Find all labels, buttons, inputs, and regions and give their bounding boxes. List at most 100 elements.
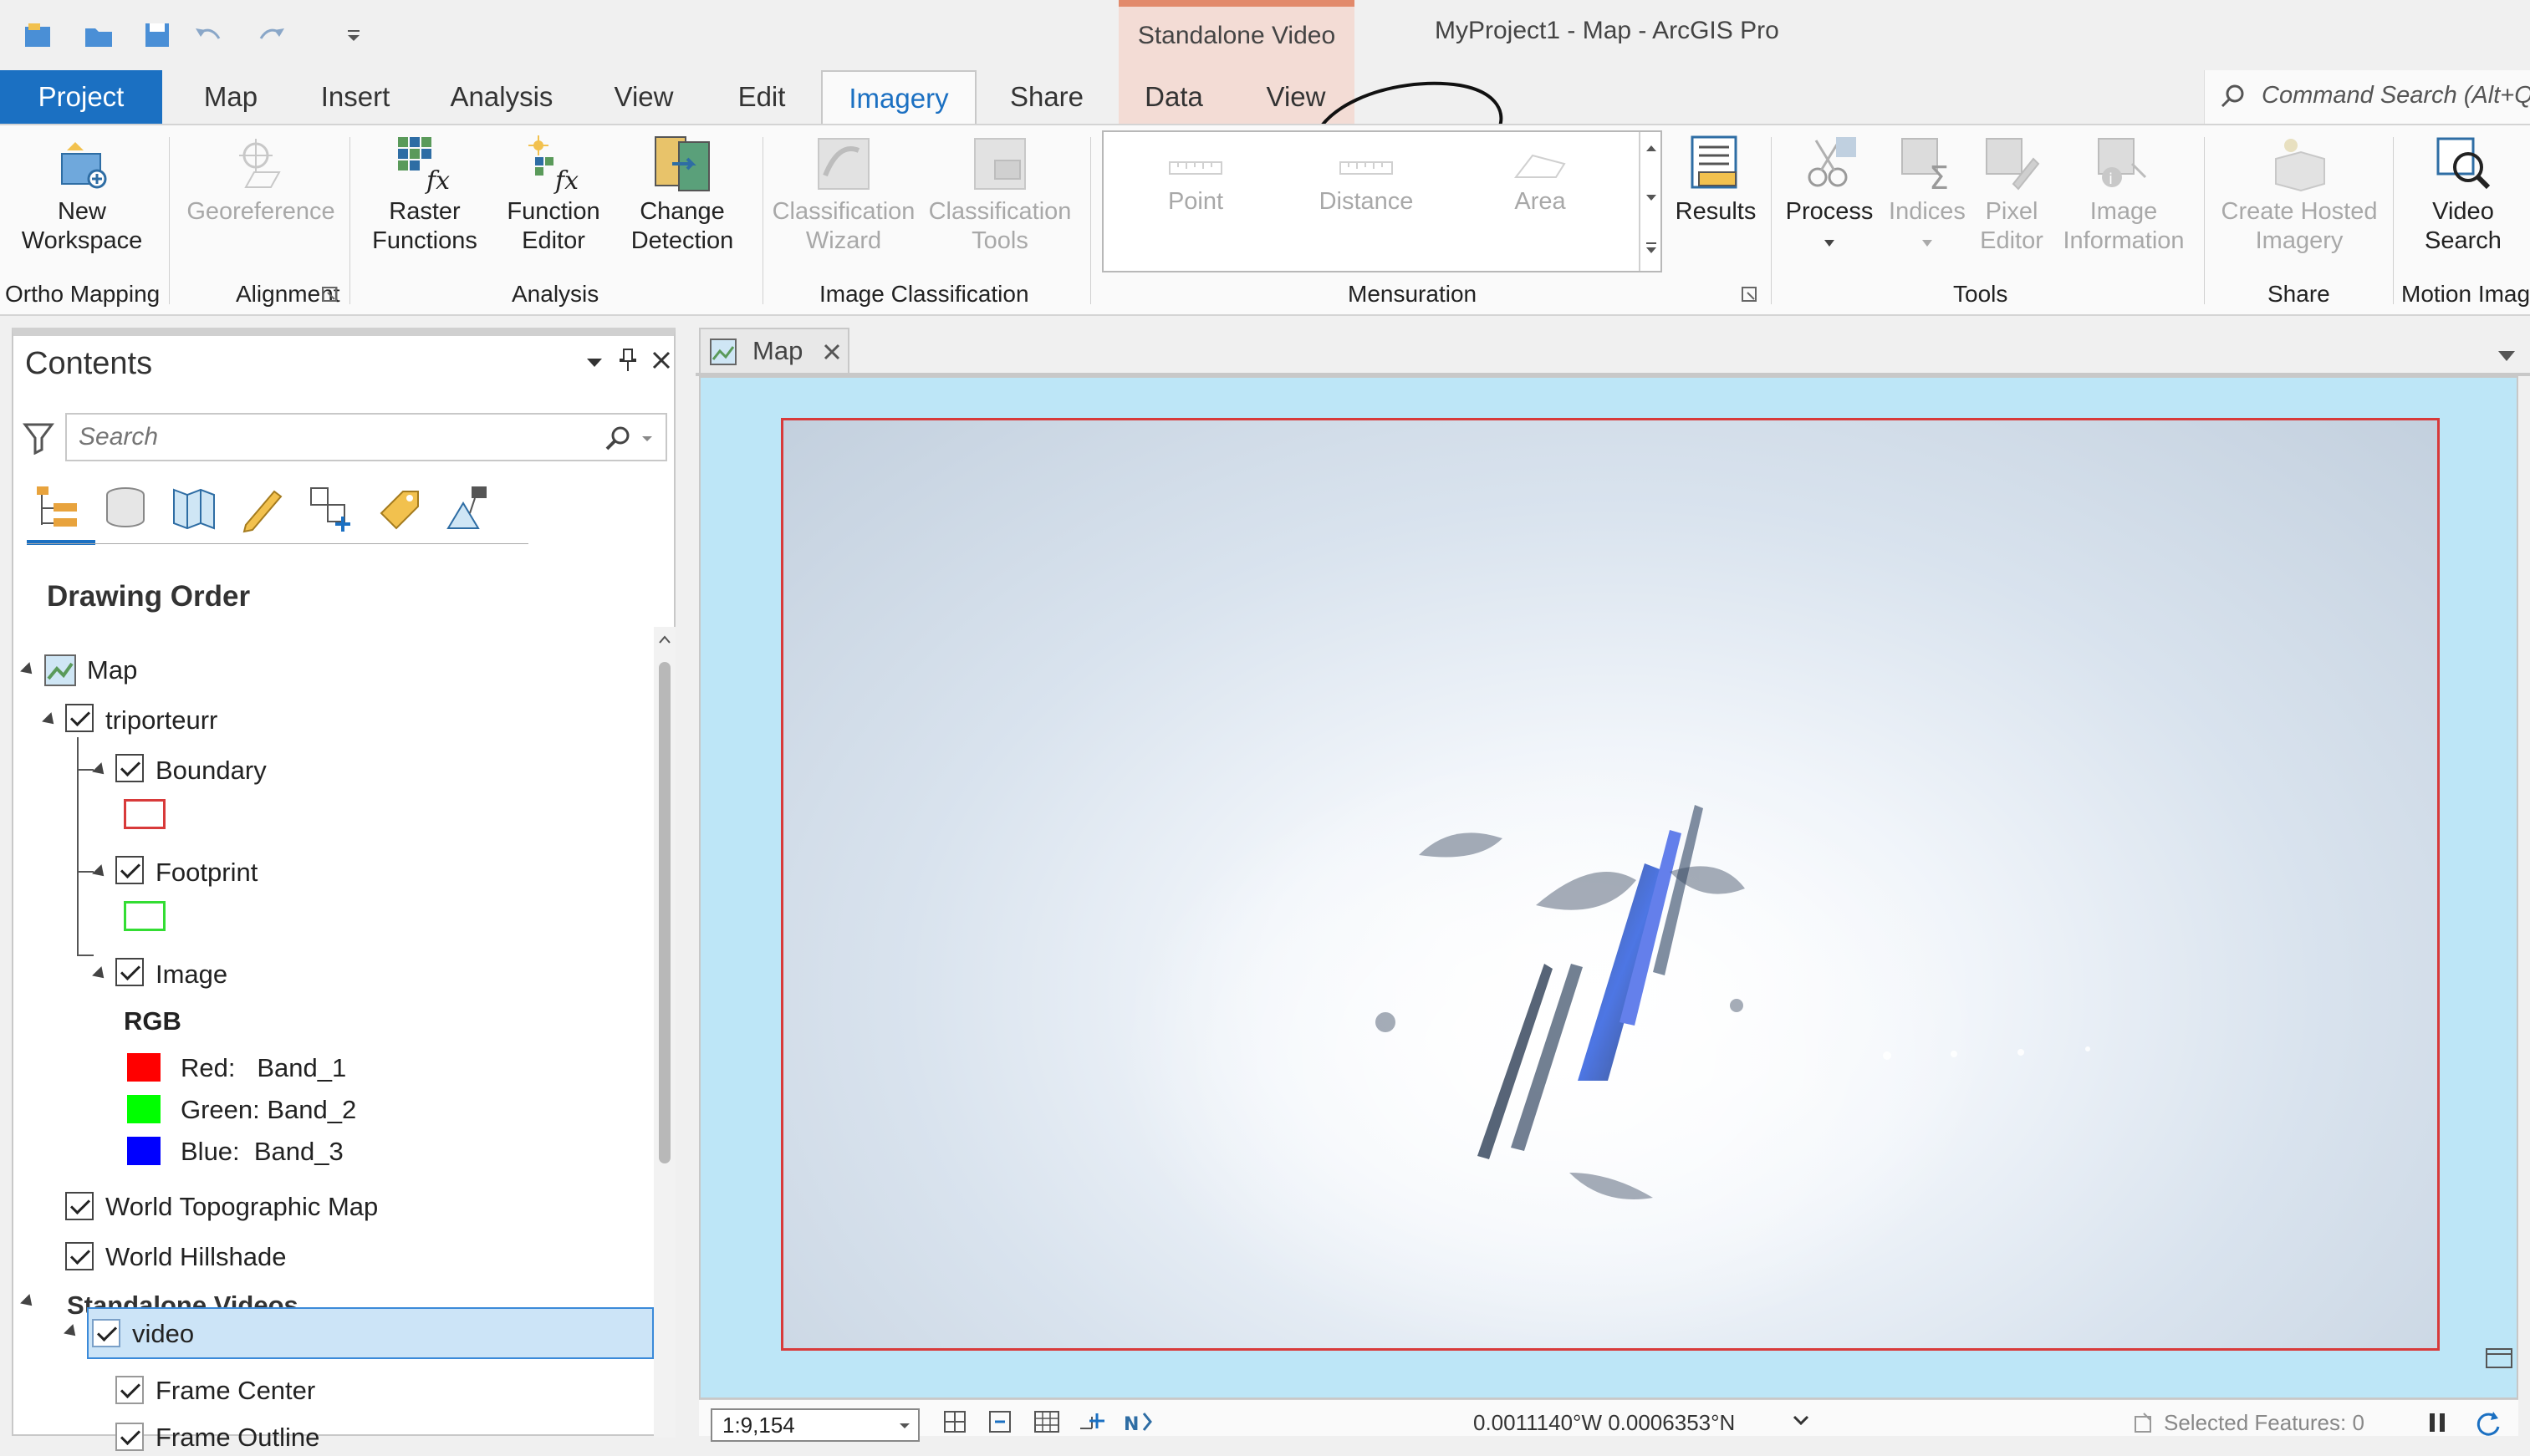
search-icon[interactable] (604, 425, 632, 453)
dialog-launcher-icon[interactable] (321, 286, 338, 303)
red-band-swatch[interactable] (127, 1053, 161, 1082)
tree-item-frame-center[interactable]: Frame Center (156, 1372, 315, 1409)
contents-scrollbar[interactable] (654, 627, 676, 1438)
list-by-snapping-icon[interactable] (306, 483, 356, 533)
indices-button[interactable]: Σ Indices (1881, 134, 1973, 256)
georeference-button[interactable]: Georeference (181, 134, 341, 227)
pane-options-icon[interactable] (585, 356, 604, 369)
fixed-extent-icon[interactable] (987, 1408, 1017, 1437)
frame-center-checkbox[interactable] (115, 1376, 144, 1404)
snapping-icon[interactable] (1077, 1408, 1107, 1437)
boundary-symbol[interactable] (124, 799, 166, 829)
frame-outline-checkbox[interactable] (115, 1423, 144, 1451)
world-hillshade-checkbox[interactable] (65, 1242, 94, 1270)
collapse-boundary-icon[interactable] (92, 762, 109, 779)
collapse-image-icon[interactable] (92, 966, 109, 983)
image-checkbox[interactable] (115, 958, 144, 986)
collapse-standalone-videos-icon[interactable] (20, 1294, 37, 1311)
new-workspace-button[interactable]: New Workspace (7, 134, 157, 256)
tab-view[interactable]: View (602, 70, 686, 124)
scroll-down-icon[interactable] (1644, 192, 1659, 204)
change-detection-button[interactable]: Change Detection (612, 134, 752, 256)
video-checkbox[interactable] (92, 1319, 120, 1347)
chevron-down-icon[interactable] (640, 435, 654, 443)
tree-item-video[interactable]: video (132, 1316, 194, 1352)
tab-insert[interactable]: Insert (309, 70, 401, 124)
image-information-button[interactable]: i Image Information (2053, 134, 2194, 256)
area-button[interactable]: Area (1482, 149, 1599, 216)
scroll-up-icon[interactable] (657, 634, 672, 645)
command-search[interactable]: Command Search (Alt+Q (2204, 70, 2530, 124)
grid-icon[interactable] (1032, 1408, 1062, 1437)
tab-share[interactable]: Share (1000, 70, 1094, 124)
save-project-icon[interactable] (140, 18, 174, 52)
create-hosted-imagery-button[interactable]: Create Hosted Imagery (2211, 134, 2388, 256)
list-by-editing-icon[interactable] (237, 483, 288, 533)
green-band-swatch[interactable] (127, 1095, 161, 1123)
scale-selector[interactable]: 1:9,154 (711, 1408, 920, 1442)
tab-standalone-video-data[interactable]: Data (1134, 70, 1214, 124)
tree-item-world-topographic-map[interactable]: World Topographic Map (105, 1189, 378, 1225)
video-search-button[interactable]: Video Search (2405, 134, 2522, 256)
expand-gallery-icon[interactable] (1644, 241, 1659, 256)
close-icon[interactable] (650, 349, 672, 371)
chevron-down-icon[interactable] (898, 1422, 911, 1430)
classification-wizard-button[interactable]: Classification Wizard (769, 134, 918, 256)
collapse-triporteurr-icon[interactable] (42, 712, 59, 729)
collapse-footprint-icon[interactable] (92, 864, 109, 881)
north-arrow-icon[interactable]: N (1122, 1408, 1155, 1437)
map-view-tab[interactable]: Map (699, 328, 849, 373)
filter-icon[interactable] (22, 421, 55, 455)
footprint-symbol[interactable] (124, 901, 166, 931)
results-button[interactable]: Results (1669, 134, 1762, 227)
footprint-checkbox[interactable] (115, 856, 144, 884)
blue-band-swatch[interactable] (127, 1137, 161, 1165)
tree-item-boundary[interactable]: Boundary (156, 752, 267, 789)
scroll-up-icon[interactable] (1644, 142, 1659, 154)
scroll-thumb[interactable] (659, 662, 671, 1163)
triporteurr-checkbox[interactable] (65, 704, 94, 732)
tab-project[interactable]: Project (0, 70, 162, 124)
tree-item-image[interactable]: Image (156, 956, 227, 993)
chevron-down-icon[interactable] (2497, 349, 2517, 363)
list-by-labeling-icon[interactable] (375, 483, 425, 533)
list-by-selection-icon[interactable] (169, 483, 219, 533)
map-view[interactable] (699, 376, 2518, 1399)
boundary-checkbox[interactable] (115, 754, 144, 782)
tab-map[interactable]: Map (189, 70, 273, 124)
pixel-editor-button[interactable]: Pixel Editor (1975, 134, 2048, 256)
collapse-map-icon[interactable] (20, 662, 37, 679)
pause-drawing-icon[interactable] (2425, 1410, 2450, 1435)
contents-search-box[interactable] (65, 413, 667, 461)
tree-item-footprint[interactable]: Footprint (156, 854, 258, 891)
tab-analysis[interactable]: Analysis (440, 70, 564, 124)
pin-icon[interactable] (617, 348, 639, 373)
point-button[interactable]: Point (1137, 149, 1254, 216)
list-by-drawing-order-icon[interactable] (32, 483, 82, 533)
raster-functions-button[interactable]: fx Raster Functions (358, 134, 492, 256)
close-tab-icon[interactable] (823, 343, 841, 361)
tree-item-world-hillshade[interactable]: World Hillshade (105, 1239, 287, 1275)
classification-tools-button[interactable]: Classification Tools (925, 134, 1075, 256)
tree-item-triporteurr[interactable]: triporteurr (105, 702, 217, 739)
fixed-zoom-icon[interactable] (941, 1408, 972, 1437)
overview-toggle-icon[interactable] (2483, 1342, 2515, 1374)
undo-icon[interactable] (191, 18, 224, 52)
customize-toolbar-icon[interactable] (338, 18, 371, 52)
open-project-icon[interactable] (82, 18, 115, 52)
function-editor-button[interactable]: fx Function Editor (492, 134, 615, 256)
refresh-icon[interactable] (2473, 1408, 2502, 1437)
gallery-scroll-control[interactable] (1639, 132, 1660, 271)
new-project-icon[interactable] (22, 18, 55, 52)
distance-button[interactable]: Distance (1308, 149, 1425, 216)
list-by-data-source-icon[interactable] (100, 483, 150, 533)
collapse-video-icon[interactable] (64, 1324, 80, 1341)
video-player-frame[interactable] (781, 418, 2440, 1351)
contents-search-input[interactable] (67, 415, 585, 460)
tree-item-frame-outline[interactable]: Frame Outline (156, 1419, 319, 1456)
tab-imagery[interactable]: Imagery (821, 70, 977, 125)
tree-item-map[interactable]: Map (87, 652, 137, 689)
list-by-perspective-imagery-icon[interactable] (443, 483, 493, 533)
process-button[interactable]: Process (1781, 134, 1878, 256)
tab-edit[interactable]: Edit (724, 70, 799, 124)
